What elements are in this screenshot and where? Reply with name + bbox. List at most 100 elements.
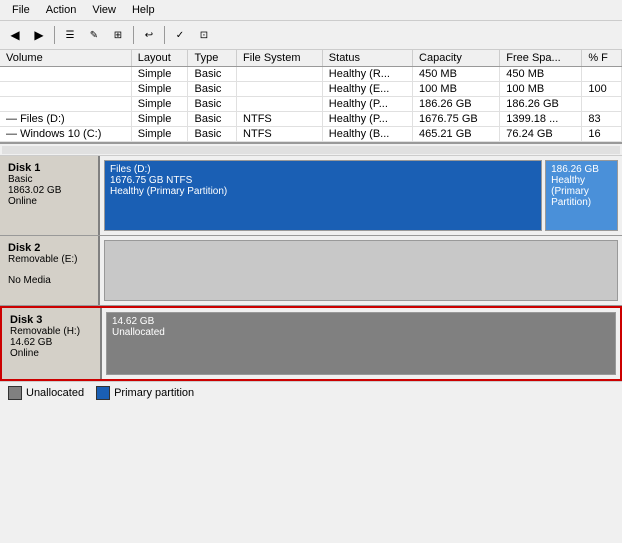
col-status[interactable]: Status [322, 50, 412, 67]
table-cell-1-6: 100 MB [500, 82, 582, 97]
table-header-row: Volume Layout Type File System Status Ca… [0, 50, 622, 67]
table-row[interactable]: — Windows 10 (C:)SimpleBasicNTFSHealthy … [0, 127, 622, 142]
disk1-p1-label: Files (D:) [110, 164, 536, 175]
volume-table-container: Volume Layout Type File System Status Ca… [0, 50, 622, 144]
menu-help[interactable]: Help [124, 2, 163, 18]
menu-action[interactable]: Action [38, 2, 85, 18]
disk1-partitions: Files (D:) 1676.75 GB NTFS Healthy (Prim… [100, 156, 622, 235]
disk3-partitions: 14.62 GB Unallocated [102, 308, 620, 379]
table-cell-1-5: 100 MB [413, 82, 500, 97]
menu-view[interactable]: View [84, 2, 124, 18]
action-button-3[interactable]: ⊞ [107, 24, 129, 46]
table-cell-4-0: — Windows 10 (C:) [0, 127, 131, 142]
col-layout[interactable]: Layout [131, 50, 188, 67]
col-volume[interactable]: Volume [0, 50, 131, 67]
disk2-status: No Media [8, 275, 90, 286]
action-button-2[interactable]: ✎ [83, 24, 105, 46]
disk1-p2-size: 186.26 GB [551, 164, 612, 175]
table-cell-4-4: Healthy (B... [322, 127, 412, 142]
disk3-name: Disk 3 [10, 314, 92, 326]
disk2-info: Disk 2 Removable (E:) No Media [0, 236, 100, 305]
table-cell-0-5: 450 MB [413, 67, 500, 82]
disk3-status: Online [10, 348, 92, 359]
disk3-size: 14.62 GB [10, 337, 92, 348]
table-cell-4-5: 465.21 GB [413, 127, 500, 142]
disk2-no-media [104, 240, 618, 301]
table-cell-3-0: — Files (D:) [0, 112, 131, 127]
disk2-partitions [100, 236, 622, 305]
legend-unalloc-label: Unallocated [26, 387, 84, 399]
table-row[interactable]: SimpleBasicHealthy (P...186.26 GB186.26 … [0, 97, 622, 112]
disk1-type: Basic [8, 174, 90, 185]
disk1-partition-2[interactable]: 186.26 GB Healthy (Primary Partition) [545, 160, 618, 231]
col-filesystem[interactable]: File System [237, 50, 323, 67]
disk3-partition-1[interactable]: 14.62 GB Unallocated [106, 312, 616, 375]
disk1-p1-status: Healthy (Primary Partition) [110, 186, 536, 197]
col-pct[interactable]: % F [582, 50, 622, 67]
table-cell-0-2: Basic [188, 67, 237, 82]
action-button-1[interactable]: ☰ [59, 24, 81, 46]
col-type[interactable]: Type [188, 50, 237, 67]
table-cell-3-7: 83 [582, 112, 622, 127]
table-row[interactable]: — Files (D:)SimpleBasicNTFSHealthy (P...… [0, 112, 622, 127]
table-cell-0-1: Simple [131, 67, 188, 82]
disk1-row: Disk 1 Basic 1863.02 GB Online Files (D:… [0, 156, 622, 236]
disk3-info: Disk 3 Removable (H:) 14.62 GB Online [2, 308, 102, 379]
table-cell-2-7 [582, 97, 622, 112]
action-button-6[interactable]: ⊡ [193, 24, 215, 46]
disk1-p1-size: 1676.75 GB NTFS [110, 175, 536, 186]
table-cell-4-3: NTFS [237, 127, 323, 142]
table-cell-3-6: 1399.18 ... [500, 112, 582, 127]
menu-bar: File Action View Help [0, 0, 622, 21]
table-cell-1-0 [0, 82, 131, 97]
table-cell-3-1: Simple [131, 112, 188, 127]
table-cell-2-6: 186.26 GB [500, 97, 582, 112]
action-button-4[interactable]: ↩ [138, 24, 160, 46]
back-button[interactable]: ◀ [4, 24, 26, 46]
table-cell-3-3: NTFS [237, 112, 323, 127]
table-cell-4-7: 16 [582, 127, 622, 142]
separator-1 [54, 26, 55, 44]
table-cell-4-2: Basic [188, 127, 237, 142]
table-cell-2-5: 186.26 GB [413, 97, 500, 112]
table-cell-2-3 [237, 97, 323, 112]
disk3-p1-status: Unallocated [112, 327, 610, 338]
legend-primary: Primary partition [96, 386, 194, 400]
table-cell-0-6: 450 MB [500, 67, 582, 82]
table-cell-1-7: 100 [582, 82, 622, 97]
legend-primary-box [96, 386, 110, 400]
col-capacity[interactable]: Capacity [413, 50, 500, 67]
action-button-5[interactable]: ✓ [169, 24, 191, 46]
disk1-status: Online [8, 196, 90, 207]
table-cell-2-0 [0, 97, 131, 112]
horizontal-scrollbar[interactable] [0, 144, 622, 156]
toolbar: ◀ ▶ ☰ ✎ ⊞ ↩ ✓ ⊡ [0, 21, 622, 50]
disk-panels: Disk 1 Basic 1863.02 GB Online Files (D:… [0, 156, 622, 381]
menu-file[interactable]: File [4, 2, 38, 18]
table-cell-0-3 [237, 67, 323, 82]
table-cell-3-5: 1676.75 GB [413, 112, 500, 127]
table-body: SimpleBasicHealthy (R...450 MB450 MBSimp… [0, 67, 622, 142]
table-row[interactable]: SimpleBasicHealthy (E...100 MB100 MB100 [0, 82, 622, 97]
col-free[interactable]: Free Spa... [500, 50, 582, 67]
table-cell-0-4: Healthy (R... [322, 67, 412, 82]
scrollbar-track [2, 146, 620, 154]
table-cell-0-7 [582, 67, 622, 82]
table-cell-1-4: Healthy (E... [322, 82, 412, 97]
legend-unalloc-box [8, 386, 22, 400]
table-cell-2-4: Healthy (P... [322, 97, 412, 112]
table-cell-0-0 [0, 67, 131, 82]
table-cell-1-1: Simple [131, 82, 188, 97]
disk1-name: Disk 1 [8, 162, 90, 174]
table-cell-2-1: Simple [131, 97, 188, 112]
disk1-info: Disk 1 Basic 1863.02 GB Online [0, 156, 100, 235]
disk1-partition-1[interactable]: Files (D:) 1676.75 GB NTFS Healthy (Prim… [104, 160, 542, 231]
disk2-row: Disk 2 Removable (E:) No Media [0, 236, 622, 306]
forward-button[interactable]: ▶ [28, 24, 50, 46]
separator-3 [164, 26, 165, 44]
table-row[interactable]: SimpleBasicHealthy (R...450 MB450 MB [0, 67, 622, 82]
disk3-p1-size: 14.62 GB [112, 316, 610, 327]
table-cell-4-6: 76.24 GB [500, 127, 582, 142]
table-cell-2-2: Basic [188, 97, 237, 112]
disk3-type: Removable (H:) [10, 326, 92, 337]
